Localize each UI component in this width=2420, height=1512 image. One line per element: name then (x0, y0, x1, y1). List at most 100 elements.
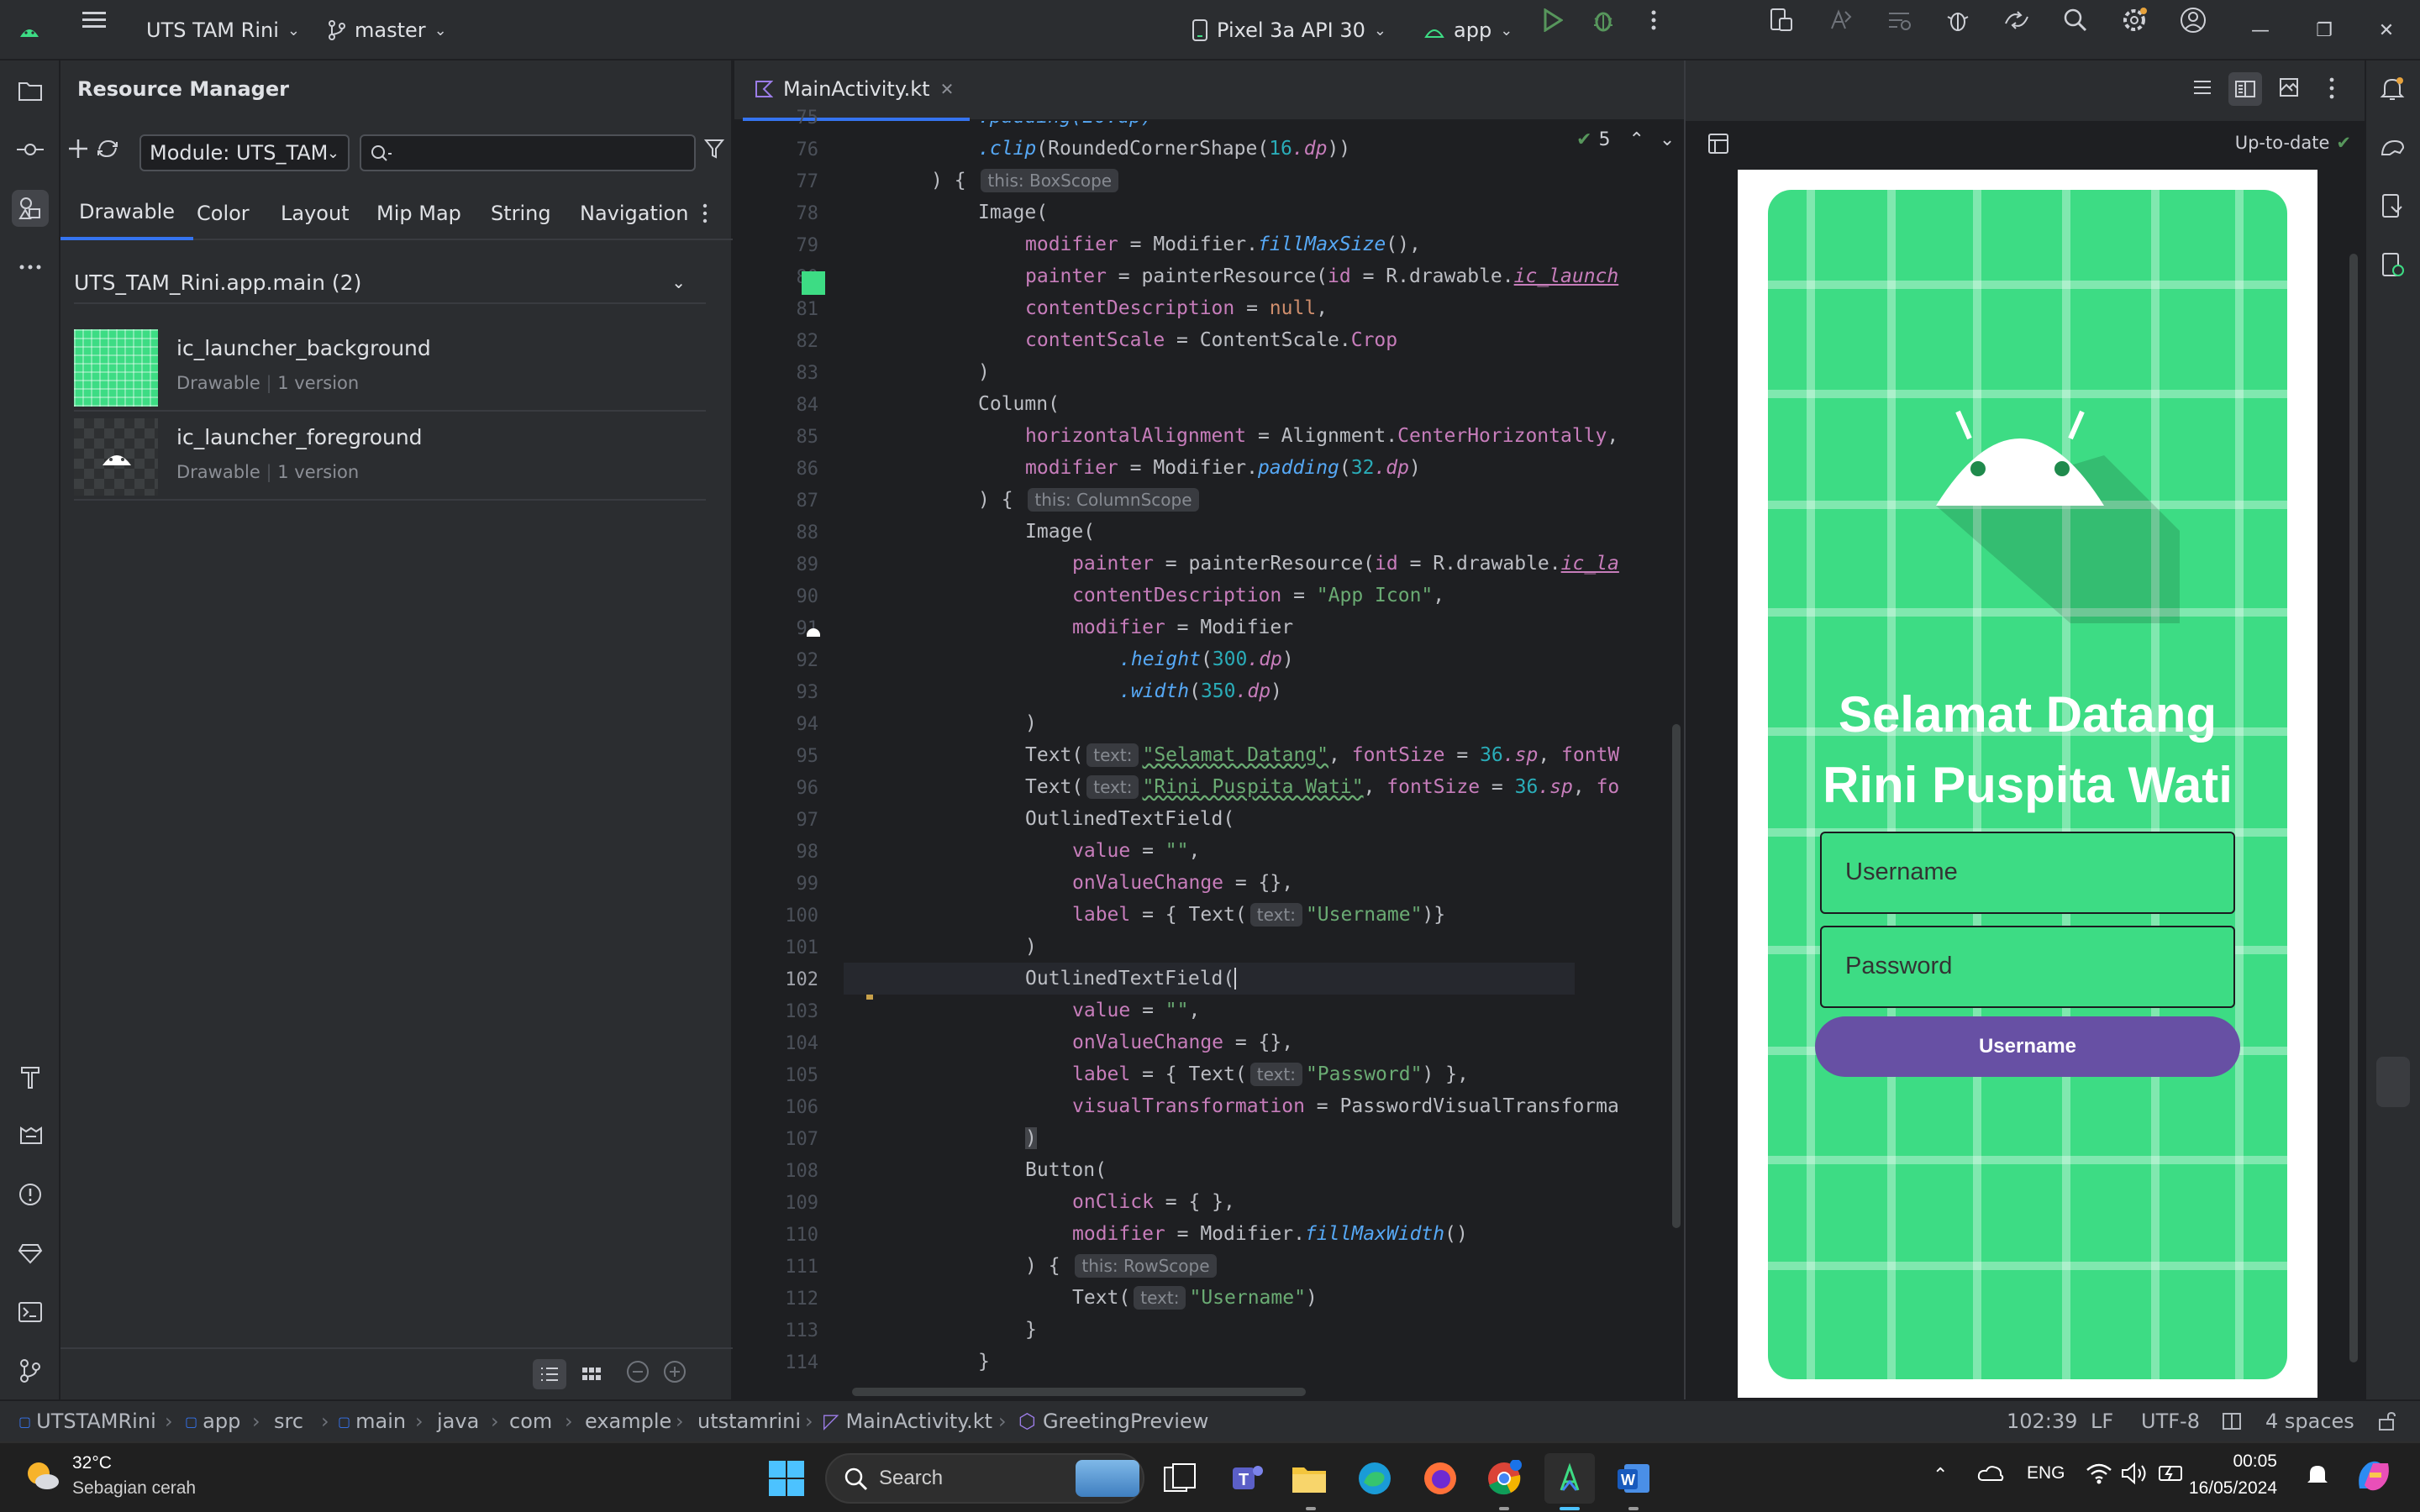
chrome-icon[interactable] (1479, 1453, 1529, 1504)
username-field[interactable]: Username (1820, 832, 2235, 914)
restore-button[interactable]: ❐ (2291, 0, 2358, 60)
design-view-icon[interactable] (2279, 77, 2299, 101)
debug-button[interactable] (1583, 0, 1623, 40)
layout-panel-icon[interactable] (1707, 133, 1729, 158)
editor-scrollbar[interactable] (1672, 724, 1681, 1228)
project-folder-icon[interactable] (12, 72, 49, 109)
module-dropdown[interactable]: Module: UTS_TAM ⌄ (139, 134, 350, 171)
services-gem-icon[interactable] (12, 1235, 49, 1272)
breadcrumb-app[interactable]: ▢ app (185, 1401, 240, 1441)
gradle-icon[interactable] (2380, 134, 2407, 161)
firefox-icon[interactable] (1415, 1453, 1465, 1504)
minimize-button[interactable]: — (2227, 0, 2294, 60)
running-devices-icon[interactable] (2380, 252, 2405, 282)
grid-view-icon[interactable] (575, 1359, 608, 1389)
zoom-out-icon[interactable] (625, 1359, 650, 1388)
more-actions-icon[interactable] (1634, 0, 1674, 40)
breadcrumb-main[interactable]: ▢ main (338, 1401, 406, 1441)
logcat-icon[interactable] (12, 1117, 49, 1154)
teams-icon[interactable]: T (1222, 1453, 1272, 1504)
login-button[interactable]: Username (1815, 1016, 2240, 1077)
branch-selector[interactable]: master ⌄ (328, 0, 447, 60)
reader-mode-icon[interactable] (2222, 1401, 2242, 1441)
resource-group-header[interactable]: UTS_TAM_Rini.app.main (2) ⌄ (74, 262, 706, 304)
build-hammer-icon[interactable] (12, 1058, 49, 1095)
tabs-more-icon[interactable] (702, 186, 708, 240)
unlock-icon[interactable] (2378, 1401, 2396, 1441)
resource-search-input[interactable] (360, 134, 696, 171)
wifi-icon[interactable] (2086, 1462, 2112, 1488)
windows-start-icon[interactable] (761, 1453, 812, 1504)
tab-color[interactable]: Color (197, 186, 250, 240)
edge-icon[interactable] (1349, 1453, 1400, 1504)
tab-drawable[interactable]: Drawable (60, 186, 194, 240)
apply-changes-icon[interactable] (1820, 0, 1860, 40)
run-config-selector[interactable]: app ⌄ (1423, 0, 1512, 60)
indent-setting[interactable]: 4 spaces (2265, 1401, 2354, 1441)
clock-time[interactable]: 00:05 (2193, 1452, 2277, 1472)
zoom-in-icon[interactable] (662, 1359, 687, 1388)
breadcrumb-example[interactable]: example (585, 1401, 671, 1441)
version-control-icon[interactable] (12, 1352, 49, 1389)
network-cloud-icon[interactable] (1976, 1462, 2005, 1492)
chevron-up-icon[interactable]: ⌃ (1628, 129, 1644, 150)
project-selector[interactable]: UTS TAM Rini ⌄ (146, 0, 300, 60)
tab-string[interactable]: String (491, 186, 551, 240)
breadcrumb-file[interactable]: ◸ MainActivity.kt (823, 1401, 992, 1441)
breadcrumb-function[interactable]: ⬡ GreetingPreview (1018, 1401, 1208, 1441)
line-separator[interactable]: LF (2091, 1401, 2113, 1441)
android-studio-taskbar-icon[interactable] (1544, 1453, 1595, 1504)
resource-item[interactable]: ic_launcher_foreground Drawable | 1 vers… (74, 417, 706, 501)
weather-sun-icon[interactable] (22, 1455, 62, 1499)
layout-inspector-icon[interactable] (1879, 0, 1919, 40)
settings-gear-icon[interactable] (2114, 0, 2154, 40)
close-tab-icon[interactable]: ✕ (940, 79, 955, 99)
code-area[interactable]: .padding(26.dp) .clip(RoundedCornerShape… (844, 121, 1684, 1448)
task-view-icon[interactable] (1155, 1453, 1205, 1504)
breadcrumb-src[interactable]: src (274, 1401, 303, 1441)
copilot-icon[interactable] (2353, 1455, 2395, 1500)
weather-temp[interactable]: 32°C (72, 1453, 112, 1473)
list-view-icon[interactable] (533, 1359, 566, 1389)
resource-manager-icon[interactable] (12, 190, 49, 227)
problems-icon[interactable] (12, 1176, 49, 1213)
inspection-widget[interactable]: ✔ 5 ⌃ ⌄ (1576, 129, 1675, 150)
resource-item[interactable]: ic_launcher_background Drawable | 1 vers… (74, 328, 706, 412)
notifications-bell-icon[interactable] (2380, 76, 2405, 106)
device-file-explorer-icon[interactable] (2380, 193, 2405, 223)
breadcrumb-java[interactable]: java (437, 1401, 479, 1441)
add-resource-icon[interactable] (67, 138, 89, 163)
filter-icon[interactable] (703, 138, 725, 163)
color-swatch-gutter-icon[interactable] (802, 271, 825, 295)
refresh-icon[interactable] (96, 138, 119, 163)
chevron-down-icon[interactable]: ⌄ (1660, 129, 1675, 150)
breadcrumb-com[interactable]: com (509, 1401, 552, 1441)
input-language[interactable]: ENG (2027, 1463, 2065, 1483)
chevron-up-icon[interactable]: ⌃ (1933, 1465, 1948, 1486)
split-view-icon[interactable] (2228, 72, 2262, 106)
notification-bell-icon[interactable] (2306, 1462, 2329, 1492)
tab-mip-map[interactable]: Mip Map (376, 186, 461, 240)
code-view-icon[interactable] (2193, 79, 2212, 99)
volume-icon[interactable] (2121, 1462, 2149, 1488)
tab-navigation[interactable]: Navigation (580, 186, 688, 240)
terminal-icon[interactable] (12, 1294, 49, 1331)
more-tools-icon[interactable] (12, 249, 49, 286)
close-window-button[interactable]: ✕ (2353, 0, 2420, 60)
commit-icon[interactable] (12, 131, 49, 168)
clock-date[interactable]: 16/05/2024 (2176, 1478, 2277, 1499)
android-gutter-icon[interactable] (807, 628, 820, 637)
breadcrumb-package[interactable]: utstamrini (697, 1401, 801, 1441)
app-inspection-icon[interactable] (1938, 0, 1978, 40)
caret-position[interactable]: 102:39 (2007, 1401, 2077, 1441)
preview-scrollbar[interactable] (2349, 254, 2358, 1362)
horizontal-scrollbar[interactable] (852, 1388, 1306, 1396)
weather-desc[interactable]: Sebagian cerah (72, 1478, 196, 1499)
sync-gradle-icon[interactable] (1996, 0, 2037, 40)
search-everywhere-icon[interactable] (2055, 0, 2096, 40)
file-explorer-icon[interactable] (1284, 1453, 1334, 1504)
more-actions-icon[interactable] (2329, 77, 2334, 102)
file-encoding[interactable]: UTF-8 (2141, 1401, 2200, 1441)
floating-plugin-icon[interactable] (2376, 1057, 2410, 1107)
taskbar-search[interactable]: Search (825, 1453, 1144, 1504)
